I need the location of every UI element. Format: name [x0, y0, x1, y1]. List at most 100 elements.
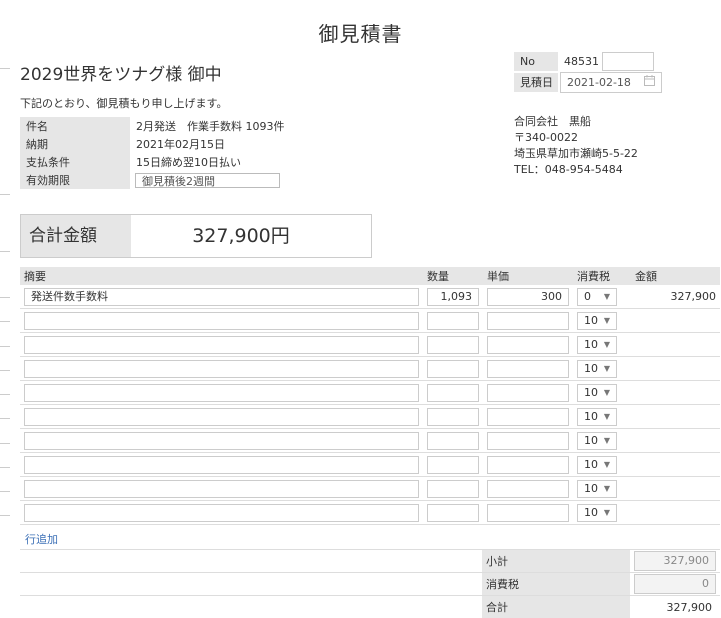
client-name: 2029世界をツナグ様 御中	[20, 60, 222, 85]
date-label: 見積日	[514, 73, 558, 92]
tax-select[interactable]: 10 ▼	[577, 504, 617, 522]
desc-input[interactable]	[24, 456, 419, 474]
qty-input[interactable]	[427, 408, 479, 426]
desc-input[interactable]	[24, 432, 419, 450]
chevron-down-icon: ▼	[604, 433, 610, 449]
tax-select-value: 10	[584, 313, 598, 329]
qty-input[interactable]	[427, 360, 479, 378]
add-row-link[interactable]: 行追加	[25, 531, 58, 547]
price-input[interactable]	[487, 336, 569, 354]
tax-select-value: 10	[584, 457, 598, 473]
amount-value	[631, 453, 720, 477]
tax-select-value: 10	[584, 409, 598, 425]
grand-total-label: 合計	[482, 596, 630, 618]
qty-input[interactable]: 1,093	[427, 288, 479, 306]
amount-value	[631, 429, 720, 453]
table-row: 10 ▼	[20, 453, 720, 477]
chevron-down-icon: ▼	[604, 361, 610, 377]
greeting-text: 下記のとおり、御見積もり申し上げます。	[20, 95, 227, 111]
tax-select[interactable]: 0▼	[577, 288, 617, 306]
tax-select[interactable]: 10 ▼	[577, 456, 617, 474]
desc-input[interactable]	[24, 336, 419, 354]
tax-select[interactable]: 10 ▼	[577, 312, 617, 330]
info-value: 15日締め翌10日払い	[130, 153, 302, 171]
calendar-icon[interactable]	[644, 73, 655, 92]
tax-select-value: 10	[584, 385, 598, 401]
desc-input[interactable]: 発送件数手数料	[24, 288, 419, 306]
table-row: 10▼	[20, 357, 720, 381]
desc-input[interactable]	[24, 480, 419, 498]
total-box: 合計金額 327,900円	[20, 214, 372, 258]
price-input[interactable]	[487, 408, 569, 426]
info-label: 件名	[20, 117, 130, 135]
qty-input[interactable]	[427, 312, 479, 330]
tax-field: 0	[634, 574, 716, 594]
chevron-down-icon: ▼	[604, 481, 610, 497]
subtotal-field: 327,900	[634, 551, 716, 571]
info-value: 2021年02月15日	[130, 135, 302, 153]
col-price: 単価	[483, 267, 573, 285]
summary-spacer	[20, 550, 482, 573]
total-value: 327,900円	[131, 215, 371, 257]
amount-value	[631, 381, 720, 405]
chevron-down-icon: ▼	[604, 409, 610, 425]
qty-input[interactable]	[427, 504, 479, 522]
info-label: 支払条件	[20, 153, 130, 171]
qty-input[interactable]	[427, 384, 479, 402]
table-row: 10▼	[20, 477, 720, 501]
qty-input[interactable]	[427, 480, 479, 498]
chevron-down-icon: ▼	[604, 385, 610, 401]
company-address: 埼玉県草加市瀬崎5-5-22	[514, 146, 638, 162]
desc-input[interactable]	[24, 360, 419, 378]
summary-spacer	[20, 573, 482, 596]
price-input[interactable]	[487, 480, 569, 498]
amount-value	[631, 501, 720, 525]
tax-select[interactable]: 10 ▼	[577, 384, 617, 402]
price-input[interactable]	[487, 312, 569, 330]
table-row: 10 ▼	[20, 309, 720, 333]
no-label: No	[514, 52, 558, 71]
no-value: 48531	[558, 55, 602, 68]
tax-select[interactable]: 10 ▼	[577, 408, 617, 426]
price-input[interactable]	[487, 384, 569, 402]
price-input[interactable]	[487, 432, 569, 450]
tax-select-value: 10	[584, 505, 598, 521]
chevron-down-icon: ▼	[604, 505, 610, 521]
amount-value	[631, 477, 720, 501]
desc-input[interactable]	[24, 384, 419, 402]
chevron-down-icon: ▼	[604, 337, 610, 353]
date-value: 2021-02-18	[567, 73, 631, 92]
price-input[interactable]	[487, 360, 569, 378]
qty-input[interactable]	[427, 336, 479, 354]
price-input[interactable]	[487, 504, 569, 522]
no-input[interactable]	[602, 52, 654, 71]
tax-select[interactable]: 10 ▼	[577, 432, 617, 450]
subtotal-label: 小計	[482, 550, 630, 573]
desc-input[interactable]	[24, 408, 419, 426]
expiry-field[interactable]: 御見積後2週間	[135, 173, 280, 188]
company-tel: TEL：048-954-5484	[514, 162, 638, 178]
price-input[interactable]	[487, 456, 569, 474]
chevron-down-icon: ▼	[604, 457, 610, 473]
tax-select-value: 10	[584, 337, 598, 353]
amount-value: 327,900	[631, 285, 720, 309]
chevron-down-icon: ▼	[604, 313, 610, 329]
tax-select[interactable]: 10 ▼	[577, 336, 617, 354]
date-field[interactable]: 2021-02-18	[560, 72, 662, 93]
total-label: 合計金額	[21, 215, 131, 257]
col-desc: 摘要	[20, 267, 423, 285]
desc-input[interactable]	[24, 312, 419, 330]
tax-select-value: 10	[584, 433, 598, 449]
grand-total-value: 327,900	[630, 596, 720, 618]
tax-select[interactable]: 10▼	[577, 480, 617, 498]
tax-select-value: 0	[584, 289, 591, 305]
desc-input[interactable]	[24, 504, 419, 522]
col-amount: 金額	[631, 267, 720, 285]
qty-input[interactable]	[427, 432, 479, 450]
col-tax: 消費税	[573, 267, 631, 285]
tax-select[interactable]: 10▼	[577, 360, 617, 378]
table-row: 発送件数手数料 1,093 300 0▼ 327,900	[20, 285, 720, 309]
qty-input[interactable]	[427, 456, 479, 474]
col-qty: 数量	[423, 267, 483, 285]
price-input[interactable]: 300	[487, 288, 569, 306]
